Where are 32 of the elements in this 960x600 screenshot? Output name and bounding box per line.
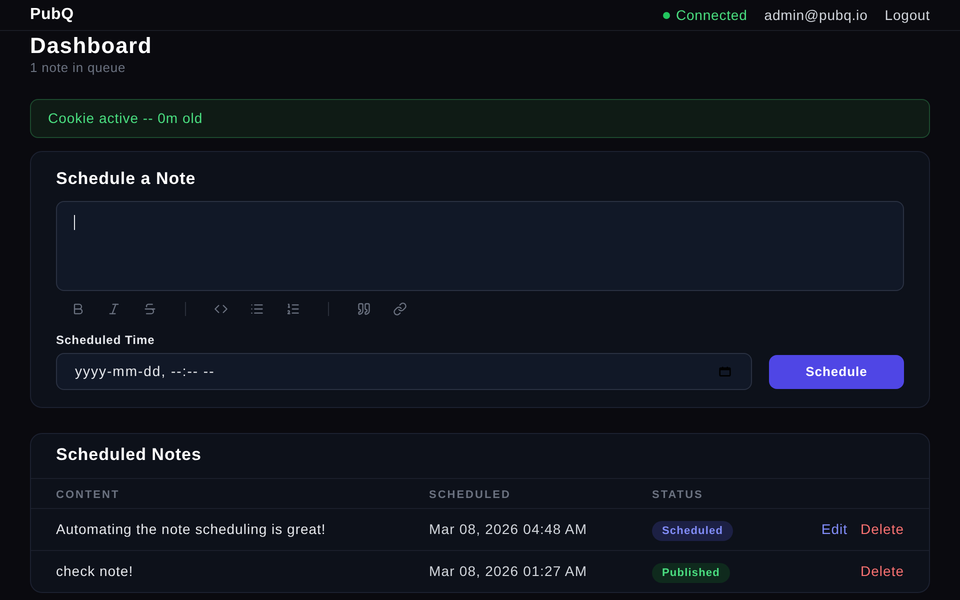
note-content-cell: check note! (56, 562, 134, 578)
card-title: Scheduled Notes (55, 444, 202, 466)
page-title: Dashboard (30, 33, 154, 59)
status-badge: Scheduled (652, 520, 734, 541)
quote-icon[interactable] (357, 302, 371, 316)
field-label: Scheduled Time (56, 332, 156, 348)
link-icon[interactable] (393, 302, 407, 316)
user-email: admin@pubq.io (764, 6, 868, 25)
delete-link[interactable]: Delete (860, 561, 904, 582)
cookie-status-banner: Cookie active -- 0m old (30, 99, 930, 138)
datetime-field[interactable]: yyyy-mm-dd, --:-- -- (56, 353, 752, 390)
bold-icon[interactable] (71, 302, 85, 316)
bullet-list-icon[interactable] (250, 302, 264, 316)
card-title: Schedule a Note (56, 168, 197, 190)
code-icon[interactable] (214, 302, 228, 316)
delete-link[interactable]: Delete (860, 519, 904, 540)
page-subtitle: 1 note in queue (30, 60, 127, 76)
column-header: STATUS (652, 488, 704, 500)
strikethrough-icon[interactable] (143, 302, 157, 316)
schedule-button[interactable]: Schedule (769, 354, 904, 388)
logout-link[interactable]: Logout (884, 4, 930, 26)
column-header: CONTENT (56, 488, 120, 500)
connection-status: Connected (676, 6, 748, 24)
app-logo: PubQ (30, 5, 74, 25)
scheduled-time-cell: Mar 08, 2026 01:27 AM (429, 562, 588, 578)
numbered-list-icon[interactable] (286, 302, 300, 316)
edit-link[interactable]: Edit (821, 519, 848, 540)
note-content-cell: Automating the note scheduling is great! (56, 520, 326, 536)
scheduled-time-cell: Mar 08, 2026 04:48 AM (429, 520, 588, 536)
status-badge: Published (652, 562, 730, 583)
column-header: SCHEDULED (429, 488, 511, 500)
italic-icon[interactable] (107, 302, 121, 316)
